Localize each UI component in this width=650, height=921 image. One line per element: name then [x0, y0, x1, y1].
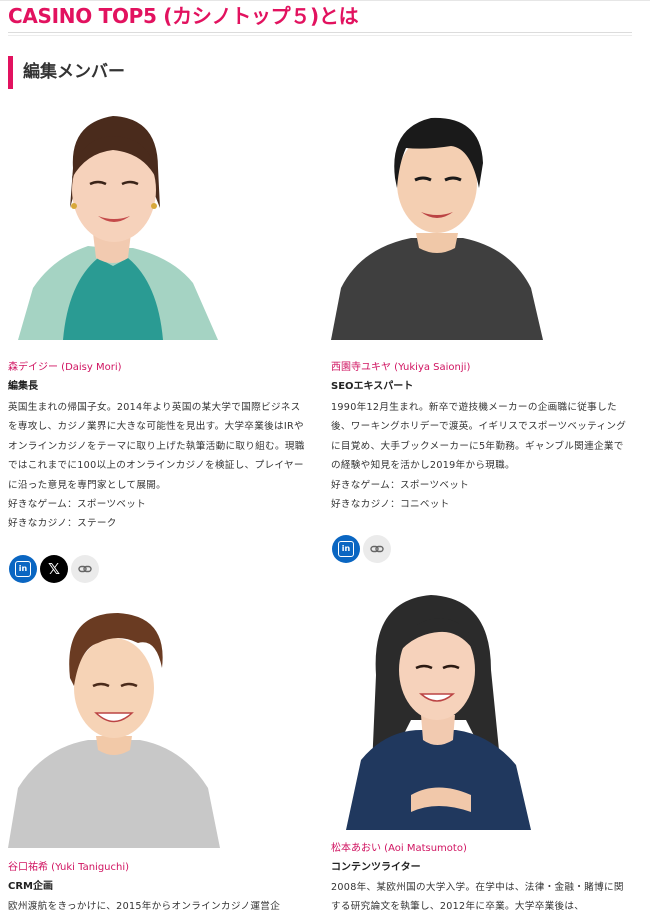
linkedin-icon[interactable]: in: [9, 555, 37, 583]
member-favorite-game: 好きなゲーム：スポーツベット: [8, 499, 147, 510]
member-role: 編集長: [8, 381, 38, 392]
member-favorite-casino: 好きなカジノ：コニベット: [331, 499, 450, 510]
avatar-yukiya-saionji: [331, 108, 543, 340]
member-name[interactable]: 松本あおい (Aoi Matsumoto): [331, 842, 467, 856]
link-icon[interactable]: [363, 535, 391, 563]
page-title: CASINO TOP5 (カシノトップ５)とは: [8, 4, 359, 28]
member-bio: 欧州渡航をきっかけに、2015年からオンラインカジノ運営企: [8, 901, 281, 912]
section-heading: 編集メンバー: [8, 56, 125, 89]
member-name[interactable]: 西園寺ユキヤ (Yukiya Saionji): [331, 361, 470, 375]
avatar-aoi-matsumoto: [331, 590, 543, 830]
member-bio: 1990年12月生まれ。新卒で遊技機メーカーの企画職に従事した後、ワーキングホリ…: [331, 402, 627, 472]
avatar-yuki-taniguchi: [8, 608, 220, 848]
member-role: コンテンツライター: [331, 862, 421, 873]
linkedin-icon[interactable]: in: [332, 535, 360, 563]
title-divider: [8, 32, 632, 33]
member-role: SEOエキスパート: [331, 381, 414, 392]
social-links: in: [332, 535, 391, 563]
link-icon[interactable]: [71, 555, 99, 583]
member-favorite-casino: 好きなカジノ：ステーク: [8, 518, 117, 529]
member-name[interactable]: 谷口祐希 (Yuki Taniguchi): [8, 861, 129, 875]
social-links: in 𝕏: [9, 555, 99, 583]
member-bio: 2008年、某欧州国の大学入学。在学中は、法律・金融・賭博に関する研究論文を執筆…: [331, 882, 624, 913]
x-icon[interactable]: 𝕏: [40, 555, 68, 583]
member-role: CRM企画: [8, 881, 53, 892]
avatar-daisy-mori: [8, 108, 220, 340]
member-bio: 英国生まれの帰国子女。2014年より英国の某大学で国際ビジネスを専攻し、カジノ業…: [8, 402, 305, 491]
member-name[interactable]: 森デイジー (Daisy Mori): [8, 361, 122, 375]
title-divider-secondary: [8, 35, 632, 36]
top-border: [0, 0, 650, 1]
member-favorite-game: 好きなゲーム：スポーツベット: [331, 480, 470, 491]
